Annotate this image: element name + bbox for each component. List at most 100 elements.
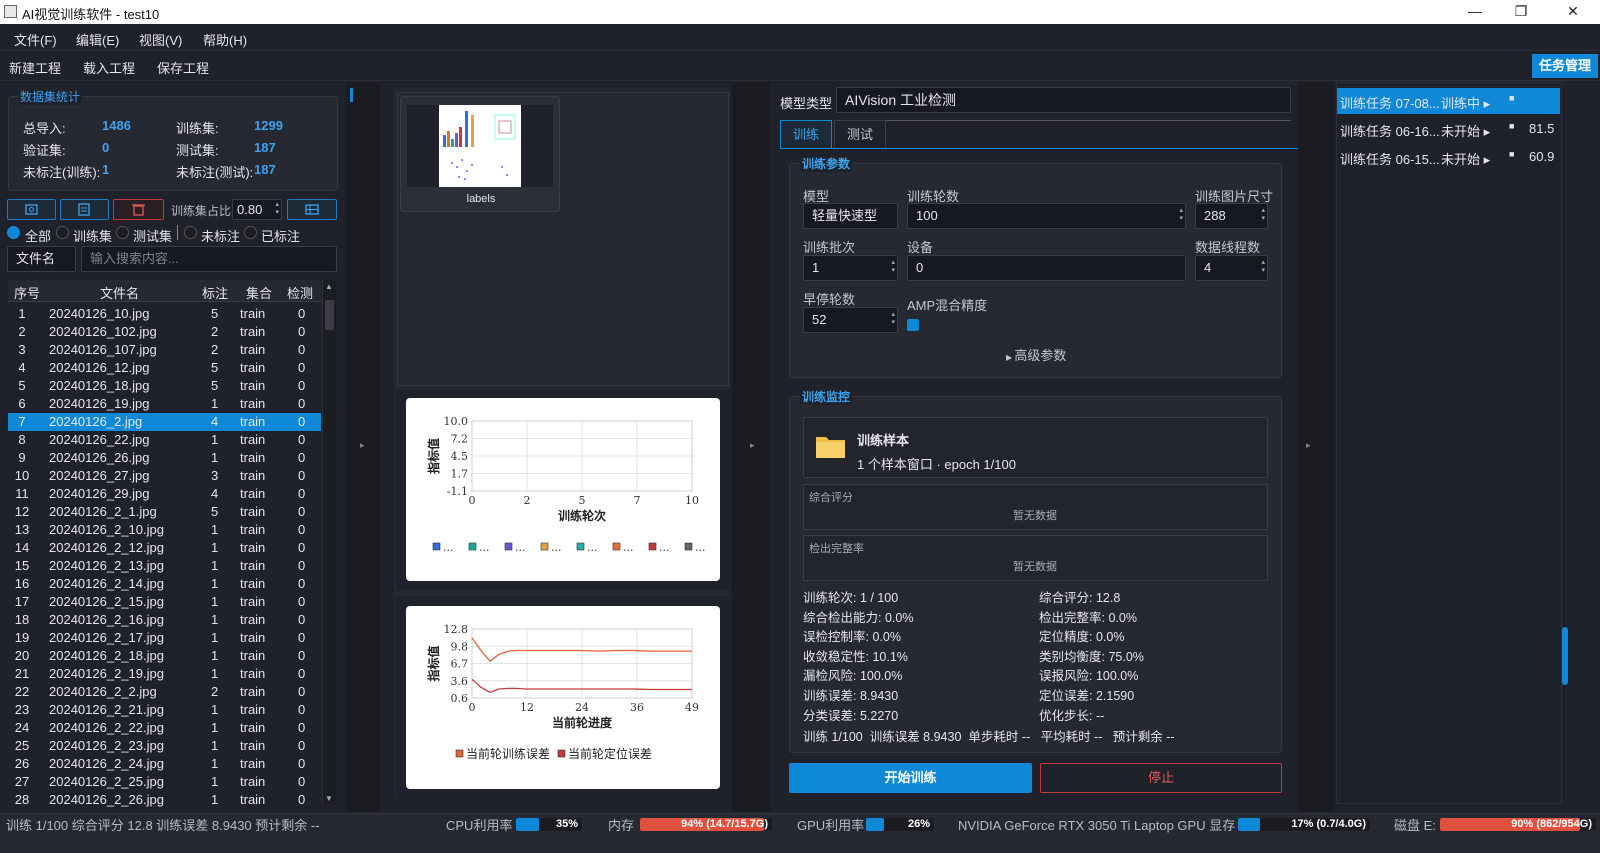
delete-button[interactable] [113,199,164,220]
close-button[interactable]: ✕ [1550,0,1596,24]
table-row[interactable]: 24 20240126_2_22.jpg 1 train 0 [8,719,321,737]
start-training-button[interactable]: 开始训练 [789,763,1032,793]
imgsz-spinbox[interactable]: 288 ▴ ▾ [1195,203,1268,229]
table-row[interactable]: 27 20240126_2_25.jpg 1 train 0 [8,773,321,791]
right-splitter[interactable]: ▸ [1298,82,1334,812]
task-scrollbar-track[interactable] [1562,82,1600,812]
col-filename[interactable]: 文件名 [100,283,139,302]
task-stop-icon[interactable]: ■ [1509,121,1514,131]
spin-arrows-icon[interactable]: ▴ ▾ [1179,207,1183,223]
table-row[interactable]: 28 20240126_2_26.jpg 1 train 0 [8,791,321,809]
table-row[interactable]: 22 20240126_2_2.jpg 2 train 0 [8,683,321,701]
epochs-spinbox[interactable]: 100 ▴ ▾ [907,203,1186,229]
table-row[interactable]: 14 20240126_2_12.jpg 1 train 0 [8,539,321,557]
advanced-params-toggle[interactable]: ▶ 高级参数 [1006,345,1066,364]
menu-file[interactable]: 文件(F) [14,30,57,49]
expand-arrow-icon[interactable]: ▸ [1306,440,1311,451]
task-item[interactable]: 训练任务 07-08... 训练中 ▸ ■ [1337,88,1560,114]
device-input[interactable]: 0 [907,255,1186,281]
search-input[interactable]: 输入搜索内容... [81,246,337,272]
col-index[interactable]: 序号 [14,283,40,302]
table-row[interactable]: 18 20240126_2_16.jpg 1 train 0 [8,611,321,629]
table-row[interactable]: 8 20240126_22.jpg 1 train 0 [8,431,321,449]
load-project-button[interactable]: 载入工程 [83,58,135,77]
amp-checkbox[interactable] [907,319,919,331]
filter-all-radio[interactable] [7,226,20,239]
table-row[interactable]: 16 20240126_2_14.jpg 1 train 0 [8,575,321,593]
table-row[interactable]: 7 20240126_2.jpg 4 train 0 [8,413,321,431]
task-item[interactable]: 训练任务 06-16... 未开始 ▸ 81.5 ■ [1337,116,1560,142]
table-row[interactable]: 2 20240126_102.jpg 2 train 0 [8,323,321,341]
scroll-down-icon[interactable]: ▼ [325,794,333,803]
table-row[interactable]: 4 20240126_12.jpg 5 train 0 [8,359,321,377]
table-row[interactable]: 3 20240126_107.jpg 2 train 0 [8,341,321,359]
table-row[interactable]: 1 20240126_10.jpg 5 train 0 [8,305,321,323]
spin-arrows-icon[interactable]: ▴ ▾ [1261,207,1265,223]
table-row[interactable]: 6 20240126_19.jpg 1 train 0 [8,395,321,413]
model-type-select[interactable]: AIVision 工业检测 [836,87,1291,113]
thumbnail-card[interactable]: labels [400,96,560,212]
table-row[interactable]: 5 20240126_18.jpg 5 train 0 [8,377,321,395]
left-splitter[interactable]: ▸ [346,82,380,812]
table-row[interactable]: 9 20240126_26.jpg 1 train 0 [8,449,321,467]
menu-edit[interactable]: 编辑(E) [76,30,119,49]
col-labels[interactable]: 标注 [202,283,228,302]
scroll-up-icon[interactable]: ▲ [325,282,333,291]
cell-set: train [240,684,266,699]
search-field-select[interactable]: 文件名 [7,246,76,272]
table-row[interactable]: 13 20240126_2_10.jpg 1 train 0 [8,521,321,539]
spin-arrows-icon[interactable]: ▴ ▾ [891,259,895,275]
stop-training-button[interactable]: 停止 [1040,763,1282,793]
filter-unlabeled-radio[interactable] [184,226,197,239]
expand-arrow-icon[interactable]: ▸ [360,440,365,451]
col-set[interactable]: 集合 [246,283,272,302]
menu-help[interactable]: 帮助(H) [203,30,247,49]
x-tick-label: 5 [579,494,586,507]
maximize-button[interactable]: ❐ [1498,0,1544,24]
filter-labeled-radio[interactable] [244,226,257,239]
workers-spinbox[interactable]: 4 ▴ ▾ [1195,255,1268,281]
table-row[interactable]: 19 20240126_2_17.jpg 1 train 0 [8,629,321,647]
spin-arrows-icon[interactable]: ▴ ▾ [275,201,279,217]
tab-test[interactable]: 测试 [834,120,886,148]
tab-train[interactable]: 训练 [780,120,832,148]
import-images-button[interactable] [7,199,56,220]
table-row[interactable]: 15 20240126_2_13.jpg 1 train 0 [8,557,321,575]
task-item[interactable]: 训练任务 06-15... 未开始 ▸ 60.9 ■ [1337,144,1560,170]
model-select[interactable]: 轻量快速型 [803,203,898,229]
menu-view[interactable]: 视图(V) [139,30,182,49]
table-scroll-thumb[interactable] [325,300,334,330]
table-row[interactable]: 21 20240126_2_19.jpg 1 train 0 [8,665,321,683]
task-stop-icon[interactable]: ■ [1509,93,1514,103]
patience-spinbox[interactable]: 52 ▴ ▾ [803,307,898,333]
split-ratio-spinbox[interactable]: 0.80 ▴ ▾ [232,199,282,220]
spin-arrows-icon[interactable]: ▴ ▾ [891,311,895,327]
filter-test-radio[interactable] [116,226,129,239]
batch-spinbox[interactable]: 1 ▴ ▾ [803,255,898,281]
save-project-button[interactable]: 保存工程 [157,58,209,77]
new-project-button[interactable]: 新建工程 [9,58,61,77]
edit-button[interactable] [60,199,109,220]
spin-arrows-icon[interactable]: ▴ ▾ [1261,259,1265,275]
col-detect[interactable]: 检测 [287,283,313,302]
table-row[interactable]: 10 20240126_27.jpg 3 train 0 [8,467,321,485]
table-row[interactable]: 20 20240126_2_18.jpg 1 train 0 [8,647,321,665]
minimize-button[interactable]: — [1452,0,1498,24]
filter-train-radio[interactable] [56,226,69,239]
middle-splitter[interactable]: ▸ [732,82,770,812]
task-stop-icon[interactable]: ■ [1509,149,1514,159]
task-manager-button[interactable]: 任务管理 [1532,54,1598,78]
table-row[interactable]: 25 20240126_2_23.jpg 1 train 0 [8,737,321,755]
table-scrollbar[interactable]: ▲ ▼ [322,280,336,805]
table-row[interactable]: 23 20240126_2_21.jpg 1 train 0 [8,701,321,719]
y-tick-label: 0.6 [451,692,469,705]
table-row[interactable]: 12 20240126_2_1.jpg 5 train 0 [8,503,321,521]
task-scroll-thumb[interactable] [1562,627,1568,685]
table-row[interactable]: 26 20240126_2_24.jpg 1 train 0 [8,755,321,773]
cell-detect: 0 [298,702,306,717]
task-value: 81.5 [1529,121,1555,136]
table-view-button[interactable] [287,199,337,220]
expand-arrow-icon[interactable]: ▸ [750,440,755,451]
table-row[interactable]: 17 20240126_2_15.jpg 1 train 0 [8,593,321,611]
table-row[interactable]: 11 20240126_29.jpg 4 train 0 [8,485,321,503]
